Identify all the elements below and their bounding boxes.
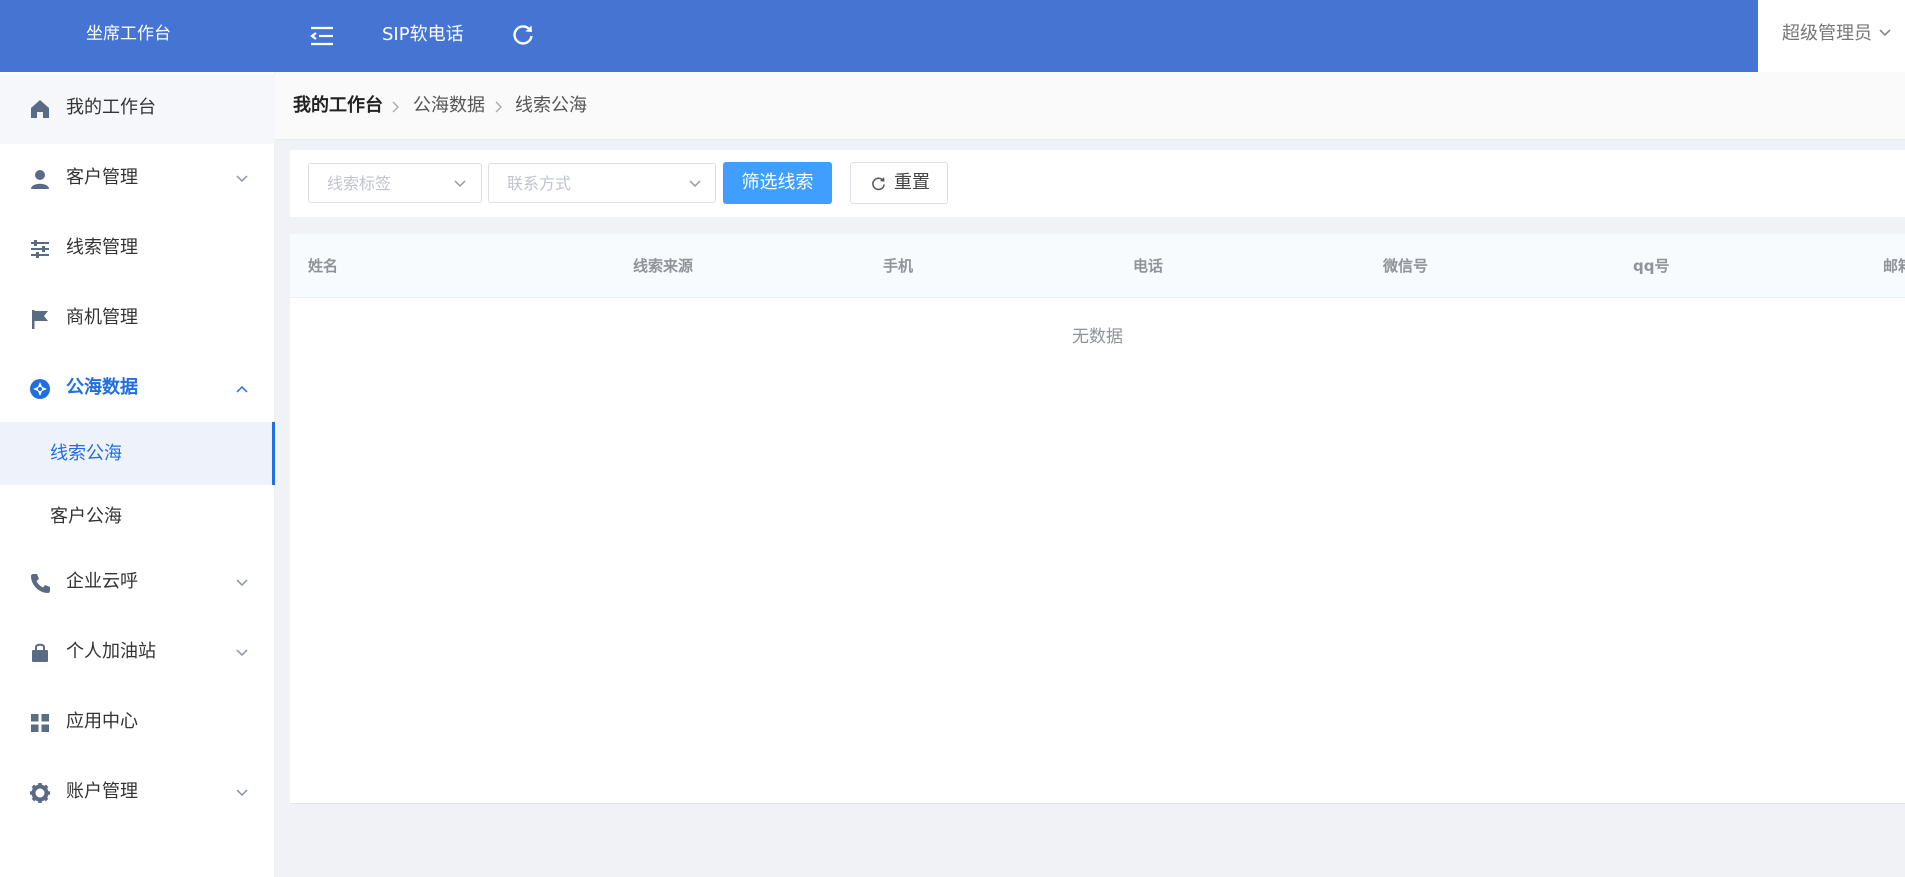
- column-header-qq: qq号: [1633, 257, 1670, 275]
- chevron-down-icon: [236, 789, 248, 797]
- sidebar-item-label: 商机管理: [66, 307, 138, 328]
- sidebar-item-app-center[interactable]: 应用中心: [0, 688, 275, 758]
- column-header-source: 线索来源: [633, 257, 694, 275]
- sidebar-item-label: 账户管理: [66, 781, 138, 802]
- sidebar-item-label: 线索管理: [66, 237, 138, 258]
- column-header-wechat: 微信号: [1383, 257, 1429, 275]
- user-icon: [31, 170, 49, 189]
- breadcrumb: 我的工作台 公海数据 线索公海: [275, 72, 1905, 140]
- table-header: 姓名 线索来源 手机 电话 微信号 qq号 邮箱: [290, 234, 1905, 298]
- sidebar-item-personal-station[interactable]: 个人加油站: [0, 618, 275, 688]
- sidebar-item-leads[interactable]: 线索管理: [0, 214, 275, 284]
- sidebar-item-label: 公海数据: [66, 377, 138, 398]
- home-icon: [31, 100, 49, 118]
- bag-icon: [32, 643, 48, 662]
- sidebar-subitem-label: 线索公海: [50, 443, 122, 464]
- contact-method-select[interactable]: 联系方式: [488, 163, 716, 203]
- filter-bar: 线索标签 联系方式 筛选线索 重置: [290, 150, 1905, 217]
- sidebar-subitem-customer-pool[interactable]: 客户公海: [0, 485, 275, 548]
- sidebar-item-cloud-call[interactable]: 企业云呼: [0, 548, 275, 618]
- sidebar-item-label: 企业云呼: [66, 571, 138, 592]
- sidebar: 我的工作台 客户管理 线索管理 商机管理 公海数据 线索公海 客户公海 企业云呼…: [0, 72, 275, 877]
- compass-icon: [30, 379, 50, 399]
- gear-icon: [30, 783, 50, 803]
- lead-tag-select[interactable]: 线索标签: [308, 163, 482, 203]
- sidebar-item-customers[interactable]: 客户管理: [0, 144, 275, 214]
- user-name: 超级管理员: [1782, 23, 1872, 44]
- grid-icon: [31, 714, 49, 732]
- chevron-down-icon: [236, 579, 248, 587]
- refresh-icon[interactable]: [510, 22, 536, 48]
- chevron-right-icon: [495, 101, 502, 113]
- breadcrumb-item[interactable]: 我的工作台: [293, 94, 383, 118]
- menu-fold-icon[interactable]: [308, 24, 336, 48]
- column-header-mobile: 手机: [883, 257, 914, 275]
- refresh-icon: [872, 176, 885, 191]
- filter-leads-button[interactable]: 筛选线索: [723, 162, 832, 204]
- reset-button[interactable]: 重置: [850, 162, 948, 204]
- column-header-phone: 电话: [1133, 257, 1164, 275]
- chevron-up-icon: [236, 385, 248, 393]
- app-title: 坐席工作台: [86, 24, 171, 44]
- column-header-email: 邮箱: [1883, 257, 1905, 275]
- sidebar-item-label: 应用中心: [66, 711, 138, 732]
- chevron-down-icon: [236, 649, 248, 657]
- column-header-name: 姓名: [308, 257, 339, 275]
- leads-table: 姓名 线索来源 手机 电话 微信号 qq号 邮箱 无数据: [290, 234, 1905, 804]
- flag-icon: [32, 310, 48, 329]
- chevron-down-icon: [236, 175, 248, 183]
- chevron-down-icon: [689, 180, 701, 188]
- top-header: 坐席工作台 SIP软电话 超级管理员: [0, 0, 1905, 72]
- sidebar-subitem-lead-pool[interactable]: 线索公海: [0, 422, 275, 485]
- breadcrumb-item: 线索公海: [515, 95, 587, 116]
- user-menu[interactable]: 超级管理员: [1758, 0, 1905, 72]
- chevron-right-icon: [392, 101, 399, 113]
- breadcrumb-item[interactable]: 公海数据: [413, 94, 485, 118]
- chevron-down-icon: [1879, 29, 1891, 37]
- empty-state-text: 无数据: [1072, 327, 1123, 347]
- chevron-down-icon: [454, 180, 466, 188]
- select-placeholder: 线索标签: [327, 174, 392, 193]
- sidebar-item-label: 我的工作台: [66, 97, 156, 118]
- sidebar-item-workbench[interactable]: 我的工作台: [0, 74, 275, 144]
- sidebar-item-label: 客户管理: [66, 167, 138, 188]
- sidebar-item-account[interactable]: 账户管理: [0, 758, 275, 828]
- sidebar-item-public-pool[interactable]: 公海数据: [0, 354, 275, 424]
- sidebar-subitem-label: 客户公海: [50, 506, 122, 527]
- sip-phone-button[interactable]: SIP软电话: [382, 20, 464, 50]
- select-placeholder: 联系方式: [507, 174, 572, 193]
- phone-icon: [31, 574, 50, 593]
- sidebar-item-label: 个人加油站: [66, 641, 156, 662]
- sliders-icon: [31, 240, 49, 258]
- reset-button-label: 重置: [894, 172, 930, 193]
- sidebar-item-opportunities[interactable]: 商机管理: [0, 284, 275, 354]
